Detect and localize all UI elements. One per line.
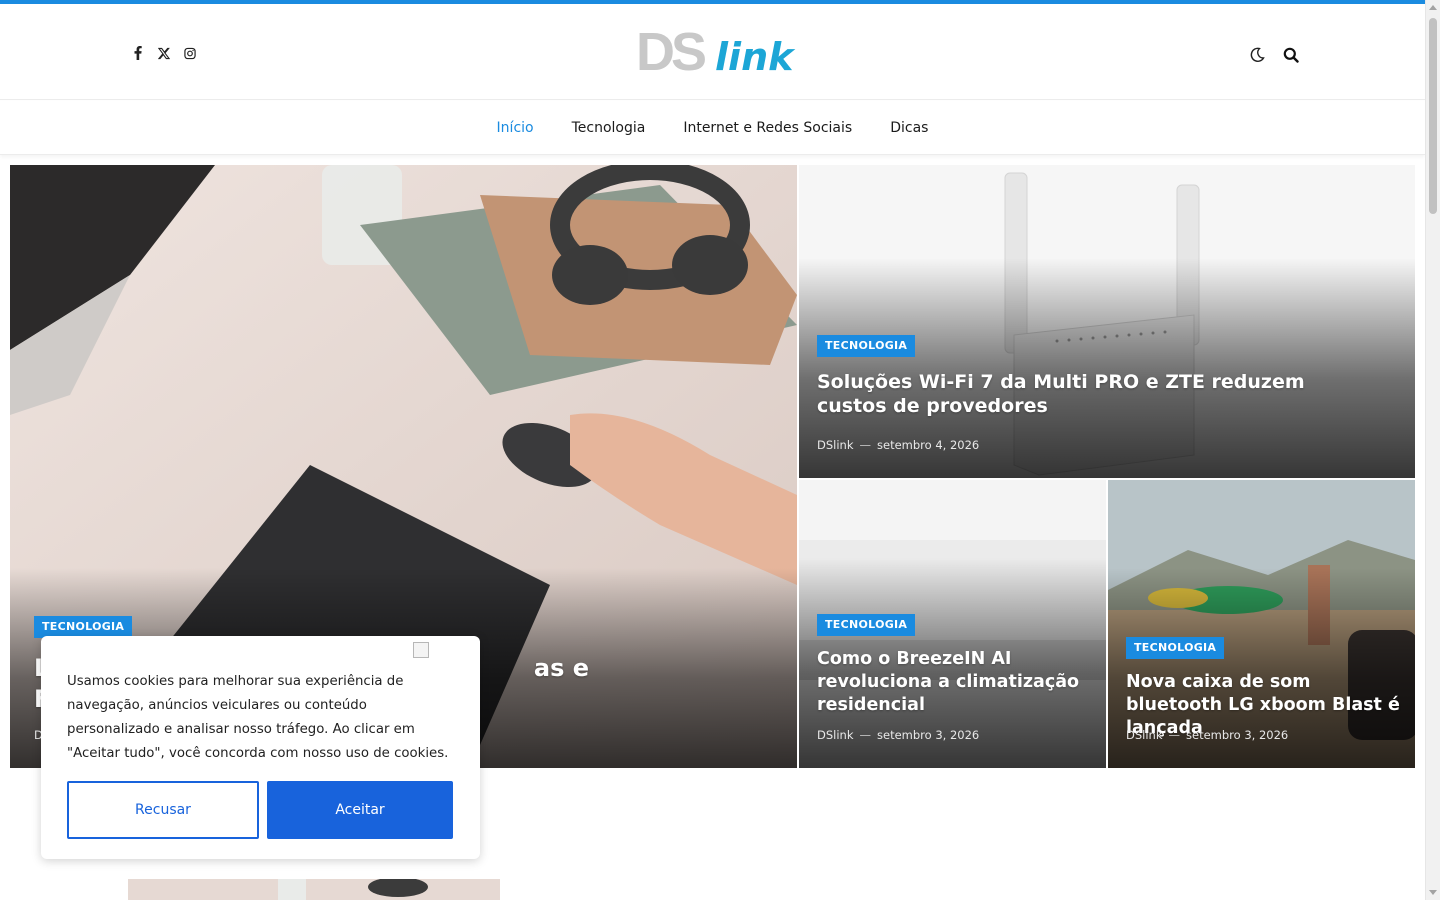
card-breezein-author[interactable]: DSlink (817, 728, 854, 742)
instagram-icon[interactable] (184, 46, 196, 60)
meta-separator: — (859, 438, 872, 452)
scrollbar-thumb[interactable] (1429, 18, 1437, 214)
featured-main-category-badge[interactable]: TECNOLOGIA (34, 616, 133, 638)
card-lg-xboom-category-badge[interactable]: TECNOLOGIA (1126, 637, 1225, 659)
cookie-consent-text: Usamos cookies para melhorar sua experiê… (67, 674, 449, 761)
card-breezein-category-badge[interactable]: TECNOLOGIA (817, 614, 916, 636)
facebook-icon[interactable] (132, 46, 144, 60)
meta-separator: — (1168, 728, 1181, 742)
next-section-thumbnail[interactable] (128, 879, 500, 900)
nav-item-inicio[interactable]: Início (478, 120, 553, 136)
nav-item-dicas[interactable]: Dicas (871, 120, 947, 136)
logo-ds: DS (636, 22, 707, 82)
scroll-down-arrow-icon[interactable] (1429, 890, 1437, 895)
card-wifi7-meta: DSlink — setembro 4, 2026 (817, 438, 979, 452)
site-header: DS link (0, 4, 1425, 100)
featured-card-lg-xboom[interactable]: TECNOLOGIA Nova caixa de som bluetooth L… (1108, 480, 1415, 768)
accept-cookies-button[interactable]: Aceitar (267, 781, 453, 839)
card-lg-xboom-date: setembro 3, 2026 (1186, 728, 1289, 742)
featured-card-breezein[interactable]: TECNOLOGIA Como o BreezeIN AI revolucion… (799, 480, 1106, 768)
main-nav: Início Tecnologia Internet e Redes Socia… (0, 101, 1425, 155)
x-twitter-icon[interactable] (158, 46, 170, 60)
nav-item-tecnologia[interactable]: Tecnologia (553, 120, 665, 136)
card-breezein-meta: DSlink — setembro 3, 2026 (817, 728, 979, 742)
social-links (132, 46, 196, 60)
search-icon[interactable] (1282, 46, 1300, 64)
card-lg-xboom-author[interactable]: DSlink (1126, 728, 1163, 742)
reject-cookies-button[interactable]: Recusar (67, 781, 259, 839)
card-wifi7-title[interactable]: Soluções Wi-Fi 7 da Multi PRO e ZTE redu… (817, 370, 1377, 419)
card-breezein-title[interactable]: Como o BreezeIN AI revoluciona a climati… (817, 648, 1089, 716)
nav-item-internet-redes-sociais[interactable]: Internet e Redes Sociais (664, 120, 871, 136)
site-logo[interactable]: DS link (636, 22, 794, 82)
page-scrollbar[interactable] (1425, 0, 1440, 900)
dark-mode-moon-icon[interactable] (1248, 46, 1266, 64)
cookie-consent-banner: Usamos cookies para melhorar sua experiê… (41, 636, 480, 859)
scroll-up-arrow-icon[interactable] (1429, 5, 1437, 10)
card-wifi7-author[interactable]: DSlink (817, 438, 854, 452)
featured-card-wifi7[interactable]: TECNOLOGIA Soluções Wi-Fi 7 da Multi PRO… (799, 165, 1415, 478)
header-tools (1248, 46, 1300, 64)
card-lg-xboom-meta: DSlink — setembro 3, 2026 (1126, 728, 1288, 742)
close-icon[interactable] (413, 642, 429, 658)
card-wifi7-category-badge[interactable]: TECNOLOGIA (817, 335, 916, 357)
meta-separator: — (859, 728, 872, 742)
card-breezein-date: setembro 3, 2026 (877, 728, 980, 742)
logo-link: link (715, 35, 794, 79)
card-wifi7-date: setembro 4, 2026 (877, 438, 980, 452)
